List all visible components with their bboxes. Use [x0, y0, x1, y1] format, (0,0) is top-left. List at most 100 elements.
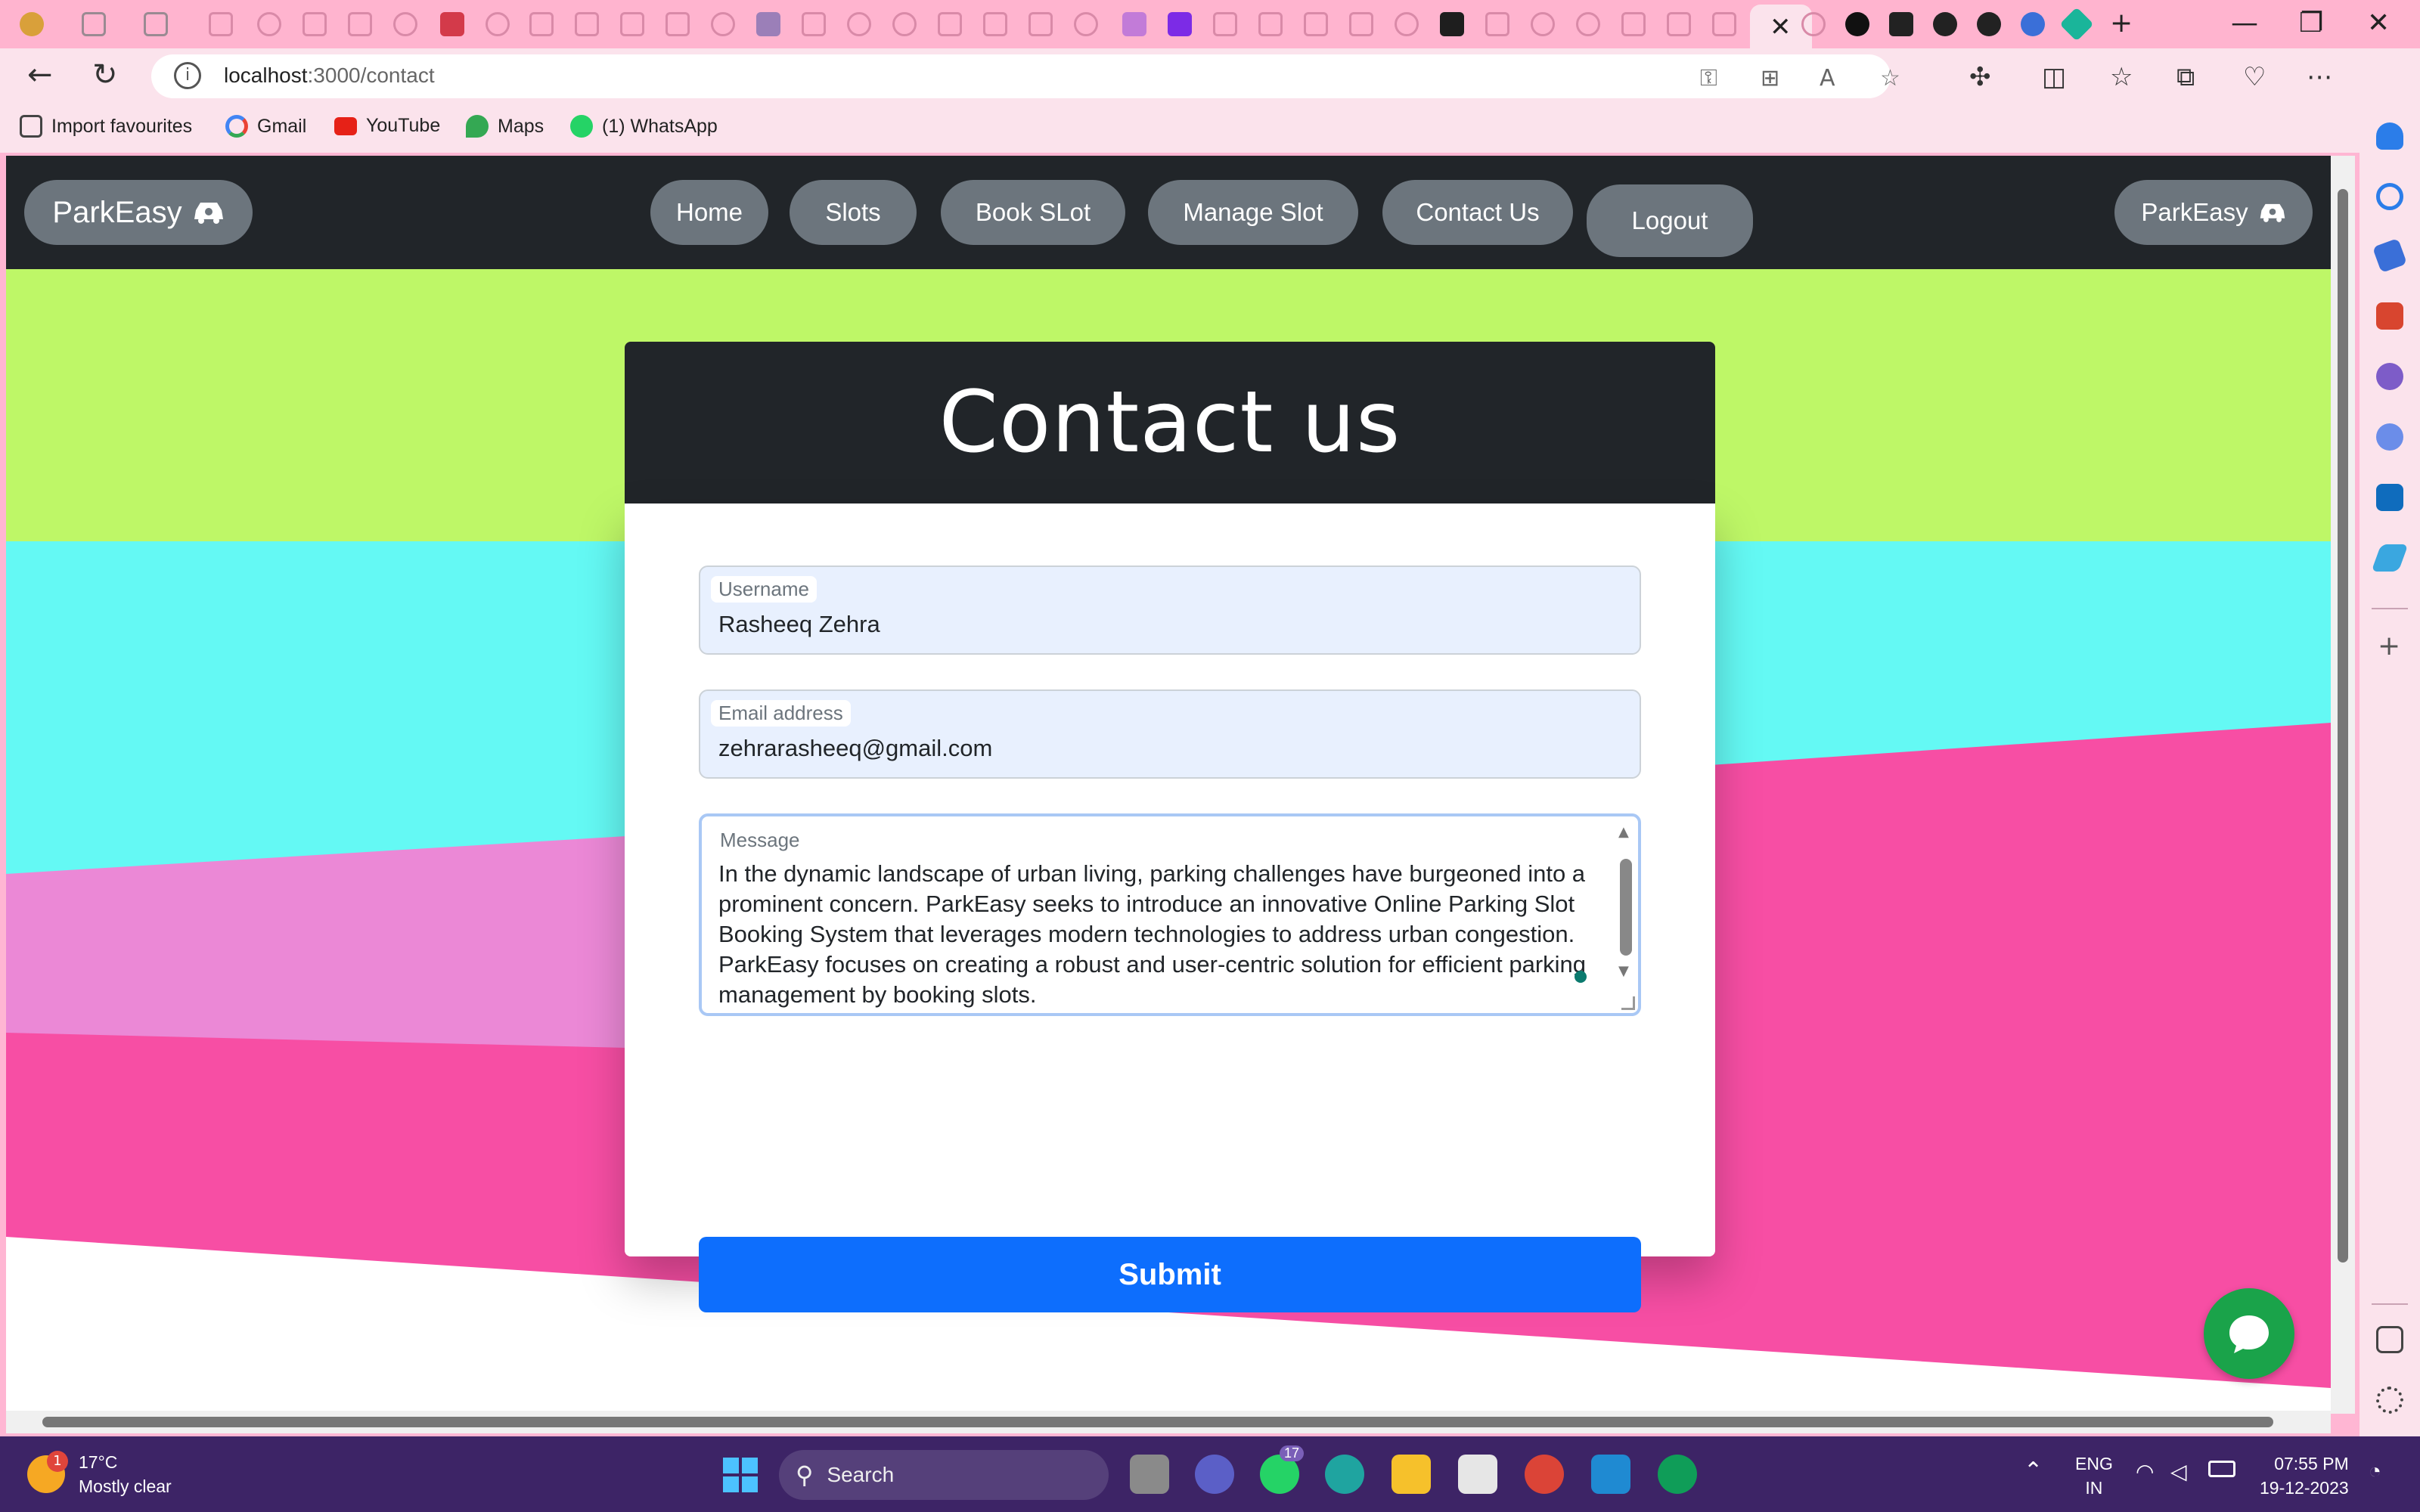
extensions-icon[interactable]: ✣ [1969, 62, 1991, 92]
nav-manage-slot[interactable]: Manage Slot [1148, 180, 1358, 245]
chrome-icon[interactable] [1525, 1455, 1564, 1494]
tab-favicon[interactable] [1213, 12, 1237, 36]
workspaces-icon[interactable] [82, 12, 106, 36]
pdf-tab-icon[interactable] [983, 12, 1007, 36]
search-tab-icon[interactable] [486, 12, 510, 36]
task-view-icon[interactable] [1130, 1455, 1169, 1494]
document-tab-icon[interactable] [348, 12, 372, 36]
bookmark-import-favourites[interactable]: Import favourites [20, 115, 192, 138]
github-tab-icon[interactable] [1576, 12, 1600, 36]
document-tab-icon[interactable] [1349, 12, 1373, 36]
whatsapp-taskbar-icon[interactable]: 17 [1260, 1445, 1305, 1494]
chat-widget-button[interactable] [2204, 1288, 2294, 1379]
brand-logo-left[interactable]: ParkEasy [24, 180, 253, 245]
document-tab-icon[interactable] [302, 12, 327, 36]
new-tab-icon[interactable]: + [2110, 8, 2133, 39]
document-tab-icon[interactable] [1258, 12, 1283, 36]
favourite-star-icon[interactable]: ☆ [1880, 65, 1900, 91]
scroll-down-arrow-icon[interactable]: ▼ [1618, 963, 1629, 979]
mongodb-tab-icon[interactable] [1845, 12, 1869, 36]
search-tab-icon[interactable] [2021, 12, 2045, 36]
github-tab-icon[interactable] [1977, 12, 2001, 36]
pdf-tab-icon[interactable] [575, 12, 599, 36]
kaggle-tab-icon[interactable] [666, 12, 690, 36]
github-tab-icon[interactable] [257, 12, 281, 36]
address-bar[interactable]: i localhost:3000/contact ⚿ ⊞ A ☆ [151, 54, 1900, 98]
page-vertical-scrollbar[interactable] [2331, 156, 2355, 1414]
tab-favicon[interactable] [1621, 12, 1646, 36]
edge-browser-icon[interactable] [1325, 1455, 1364, 1494]
reload-icon[interactable]: ↻ [92, 57, 118, 92]
chrome-profile-icon[interactable] [1658, 1455, 1697, 1494]
taskbar-search[interactable]: ⚲ Search [779, 1450, 1109, 1500]
message-textarea[interactable]: Message In the dynamic landscape of urba… [699, 813, 1641, 1016]
nav-contact-us[interactable]: Contact Us [1382, 180, 1573, 245]
bookmark-youtube[interactable]: YouTube [334, 115, 440, 137]
notification-bell-icon[interactable]: ◔ [2369, 1459, 2381, 1483]
split-screen-icon[interactable]: ◫ [2042, 62, 2066, 92]
tab-actions-icon[interactable] [144, 12, 168, 36]
battery-icon[interactable] [2208, 1461, 2235, 1477]
hide-sidebar-icon[interactable] [2376, 1326, 2403, 1353]
message-scrollbar[interactable]: ▲ ▼ [1615, 824, 1635, 1005]
minimize-icon[interactable]: — [2231, 8, 2258, 39]
tab-favicon[interactable] [1889, 12, 1913, 36]
notion-tab-icon[interactable] [440, 12, 464, 36]
nav-slots[interactable]: Slots [790, 180, 917, 245]
wifi-icon[interactable]: ◠ [2136, 1459, 2154, 1484]
document-tab-icon[interactable] [938, 12, 962, 36]
linkedin-tab-icon[interactable] [756, 12, 780, 36]
site-info-icon[interactable]: i [174, 62, 201, 89]
profile-avatar-icon[interactable] [20, 12, 44, 36]
tools-icon[interactable] [2376, 302, 2403, 330]
github-tab-icon[interactable] [1933, 12, 1957, 36]
resize-handle-icon[interactable] [1621, 996, 1635, 1010]
restore-icon[interactable]: ❐ [2299, 8, 2323, 39]
tab-favicon[interactable] [1667, 12, 1691, 36]
close-window-icon[interactable]: ✕ [2367, 8, 2390, 39]
tab-favicon[interactable] [2059, 7, 2094, 42]
telegram-icon[interactable] [2371, 544, 2409, 572]
start-menu-icon[interactable] [723, 1458, 758, 1492]
weather-widget[interactable]: 1 17°C Mostly clear [27, 1450, 172, 1498]
submit-button[interactable]: Submit [699, 1237, 1641, 1312]
add-sidebar-app-icon[interactable]: + [2378, 631, 2400, 662]
scroll-thumb[interactable] [2338, 189, 2348, 1263]
pdf-tab-icon[interactable] [620, 12, 644, 36]
read-aloud-icon[interactable]: A [1820, 65, 1835, 91]
search-tab-icon[interactable] [1801, 12, 1826, 36]
notifications-icon[interactable] [2376, 122, 2403, 150]
pdf-tab-icon[interactable] [802, 12, 826, 36]
page-horizontal-scrollbar[interactable] [6, 1411, 2331, 1433]
browser-essentials-icon[interactable]: ♡ [2243, 62, 2266, 92]
bookmark-maps[interactable]: Maps [466, 115, 544, 138]
language-indicator[interactable]: ENG IN [2075, 1452, 2113, 1500]
app-available-icon[interactable]: ⊞ [1761, 65, 1779, 91]
document-tab-icon[interactable] [1304, 12, 1328, 36]
bookmark-gmail[interactable]: Gmail [225, 115, 306, 138]
grammarly-dot-icon[interactable] [1575, 971, 1587, 983]
bookmark-whatsapp[interactable]: (1) WhatsApp [570, 115, 718, 138]
nav-home[interactable]: Home [650, 180, 768, 245]
search-tab-icon[interactable] [892, 12, 917, 36]
tab-favicon[interactable] [1485, 12, 1509, 36]
username-field[interactable]: Username Rasheeq Zehra [699, 565, 1641, 655]
pdf-tab-icon[interactable] [529, 12, 554, 36]
outlook-icon[interactable] [2376, 484, 2403, 511]
games-icon[interactable] [2376, 363, 2403, 390]
back-icon[interactable]: ← [27, 57, 53, 92]
pdf-tab-icon[interactable] [1712, 12, 1736, 36]
favourites-icon[interactable]: ☆ [2110, 62, 2133, 92]
scroll-up-arrow-icon[interactable]: ▲ [1618, 824, 1629, 840]
close-tab-icon[interactable]: ✕ [1770, 12, 1792, 42]
bootstrap-tab-icon[interactable] [1168, 12, 1192, 36]
search-tab-icon[interactable] [847, 12, 871, 36]
nav-logout[interactable]: Logout [1587, 184, 1753, 257]
brand-logo-right[interactable]: ParkEasy [2114, 180, 2313, 245]
tab-favicon[interactable] [1395, 12, 1419, 36]
collections-icon[interactable]: ⧉ [2176, 62, 2195, 92]
tab-favicon[interactable] [209, 12, 233, 36]
pdf-tab-icon[interactable] [1028, 12, 1053, 36]
show-hidden-icons[interactable]: ⌃ [2024, 1458, 2043, 1484]
vscode-icon[interactable] [1591, 1455, 1630, 1494]
